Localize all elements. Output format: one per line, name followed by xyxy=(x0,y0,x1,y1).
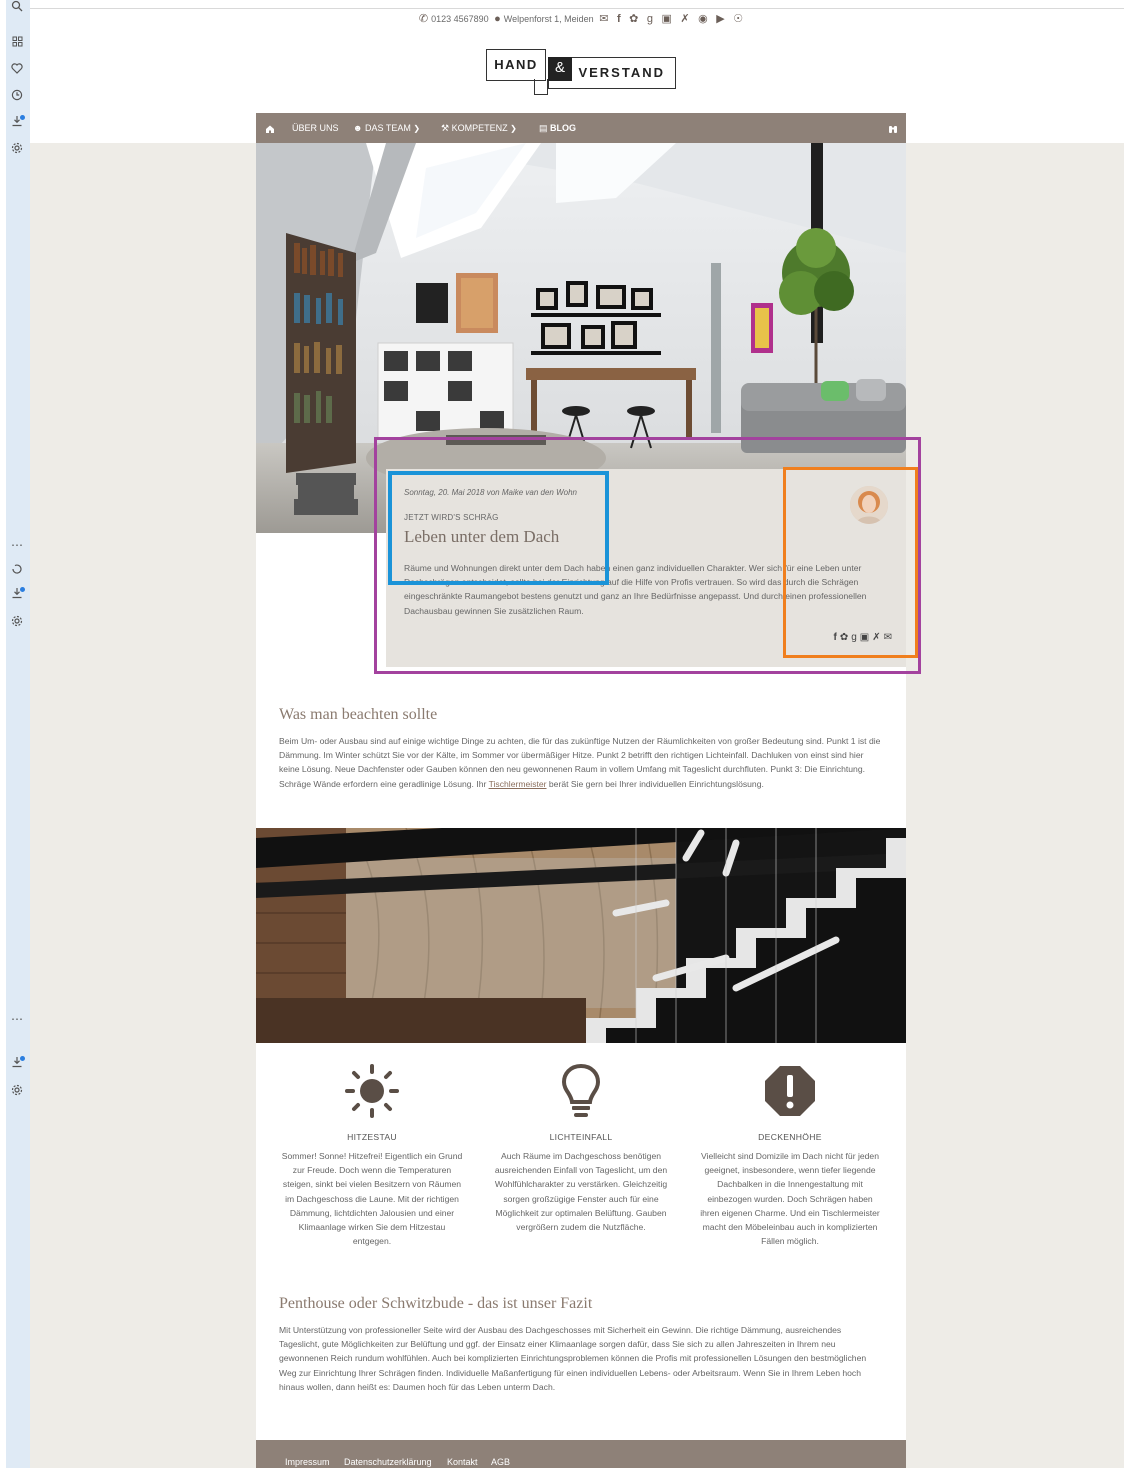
linkedin-icon[interactable]: ▣ xyxy=(662,12,672,25)
contact-address[interactable]: Welpenforst 1, Meiden xyxy=(504,14,594,24)
nav-item-ueber-uns[interactable]: ÜBER UNS xyxy=(292,113,339,143)
pinterest-icon[interactable]: ☉ xyxy=(733,12,743,25)
youtube-icon[interactable]: ▶ xyxy=(716,12,724,25)
settings-icon[interactable] xyxy=(9,615,25,631)
settings-icon[interactable] xyxy=(9,1084,25,1100)
nav-label: BLOG xyxy=(550,123,577,133)
feature-title: HITZESTAU xyxy=(347,1132,397,1142)
competence-icon: ⚒ xyxy=(441,123,450,133)
site-footer: Impressum Datenschutzerklärung Kontakt A… xyxy=(256,1440,906,1468)
feature-title: LICHTEINFALL xyxy=(549,1132,613,1142)
highlight-box-share xyxy=(783,467,918,658)
chevron-down-icon: ❯ xyxy=(413,124,421,133)
feature-text: Sommer! Sonne! Hitzefrei! Eigentlich ein… xyxy=(281,1151,463,1247)
section-heading-beachten: Was man beachten sollte xyxy=(279,706,438,723)
footer-link-kontakt[interactable]: Kontakt xyxy=(447,1457,478,1467)
tischlermeister-link[interactable]: Tischlermeister xyxy=(489,779,547,789)
lightbulb-icon xyxy=(488,1060,674,1122)
instagram-icon[interactable]: ◉ xyxy=(698,12,708,25)
search-icon[interactable] xyxy=(9,0,25,16)
nav-item-das-team[interactable]: ☻ DAS TEAM ❯ xyxy=(353,113,420,143)
notification-dot xyxy=(20,1056,25,1061)
main-navigation: ÜBER UNS ☻ DAS TEAM ❯ ⚒ KOMPETENZ ❯ ▤ BL… xyxy=(256,113,906,143)
nav-label: KOMPETENZ xyxy=(451,123,508,133)
facebook-icon[interactable]: f xyxy=(617,13,621,25)
footer-link-datenschutz[interactable]: Datenschutzerklärung xyxy=(344,1457,432,1467)
apps-icon[interactable] xyxy=(9,35,25,51)
google-plus-icon[interactable]: g xyxy=(647,13,653,25)
heart-icon[interactable] xyxy=(9,62,25,78)
chevron-down-icon: ❯ xyxy=(510,124,517,133)
feature-hitzestau: HITZESTAU Sommer! Sonne! Hitzefrei! Eige… xyxy=(279,1060,465,1248)
blog-icon: ▤ xyxy=(539,123,548,133)
site-logo[interactable]: HAND VERSTAND & xyxy=(486,49,676,97)
section-text-part: berät Sie gern bei Ihrer individuellen E… xyxy=(546,778,764,789)
location-pin-icon: ● xyxy=(494,12,501,25)
logo-frame-stub xyxy=(534,79,548,95)
notification-dot xyxy=(20,587,25,592)
logo-ampersand: & xyxy=(548,57,572,81)
warning-icon xyxy=(697,1060,883,1122)
top-divider xyxy=(30,8,1124,9)
feature-deckenhoehe: DECKENHÖHE Vielleicht sind Domizile im D… xyxy=(697,1060,883,1248)
section-text-fazit: Mit Unterstützung von professioneller Se… xyxy=(279,1325,867,1392)
highlight-box-title xyxy=(388,471,609,585)
feature-text: Vielleicht sind Domizile im Dach nicht f… xyxy=(700,1151,880,1247)
footer-link-impressum[interactable]: Impressum xyxy=(285,1457,330,1467)
feature-text: Auch Räume im Dachgeschoss benötigen aus… xyxy=(494,1151,668,1233)
team-icon: ☻ xyxy=(353,123,363,133)
settings-icon[interactable] xyxy=(9,142,25,158)
more-icon[interactable]: ⋯ xyxy=(9,1011,25,1027)
binoculars-icon[interactable] xyxy=(888,113,898,143)
feature-lichteinfall: LICHTEINFALL Auch Räume im Dachgeschoss … xyxy=(488,1060,674,1234)
nav-label: DAS TEAM xyxy=(365,123,411,133)
phone-icon: ✆ xyxy=(418,13,429,25)
xing-icon[interactable]: ✗ xyxy=(680,12,689,25)
rail-edge xyxy=(0,0,6,1468)
nav-item-kompetenz[interactable]: ⚒ KOMPETENZ ❯ xyxy=(441,113,517,143)
logo-word-hand: HAND xyxy=(486,49,546,81)
contact-bar: ✆ 0123 4567890 ● Welpenforst 1, Meiden ✉ f… xyxy=(256,12,906,28)
home-icon[interactable] xyxy=(265,113,275,143)
feature-title: DECKENHÖHE xyxy=(758,1132,822,1142)
staircase-illustration xyxy=(256,828,906,1043)
sun-icon xyxy=(279,1060,465,1122)
more-icon[interactable]: ⋯ xyxy=(9,537,25,553)
contact-phone[interactable]: 0123 4567890 xyxy=(431,14,489,24)
mail-icon[interactable]: ✉ xyxy=(599,12,608,25)
section-text-beachten: Beim Um- oder Ausbau sind auf einige wic… xyxy=(279,734,884,791)
twitter-icon[interactable]: ✿ xyxy=(629,12,638,25)
browser-side-rail: ⋯ ⋯ xyxy=(0,0,30,1468)
nav-label: ÜBER UNS xyxy=(292,123,339,133)
footer-link-agb[interactable]: AGB xyxy=(491,1457,510,1467)
section-heading-fazit: Penthouse oder Schwitzbude - das ist uns… xyxy=(279,1295,593,1312)
staircase-image xyxy=(256,828,906,1043)
refresh-icon[interactable] xyxy=(9,563,25,579)
notification-dot xyxy=(20,115,25,120)
history-icon[interactable] xyxy=(9,89,25,105)
nav-item-blog[interactable]: ▤ BLOG xyxy=(539,113,576,143)
